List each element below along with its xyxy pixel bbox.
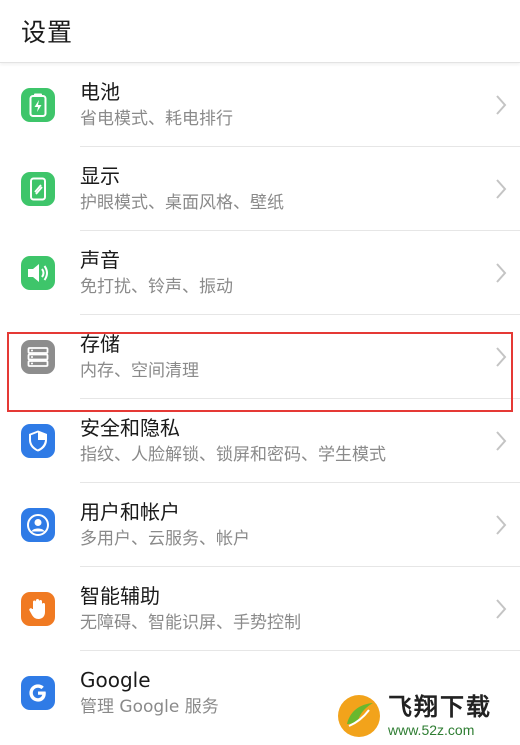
chevron-right-icon <box>496 263 507 283</box>
settings-item-label: 用户和帐户 <box>80 500 180 524</box>
settings-item-subtitle: 指纹、人脸解锁、锁屏和密码、学生模式 <box>80 445 386 465</box>
settings-item-subtitle: 多用户、云服务、帐户 <box>80 529 250 549</box>
watermark-name: 飞翔下载 <box>388 693 492 721</box>
google-icon <box>21 676 55 710</box>
settings-item-sound[interactable]: 声音 免打扰、铃声、振动 <box>0 231 520 315</box>
chevron-right-icon <box>496 599 507 619</box>
settings-item-subtitle: 省电模式、耗电排行 <box>80 109 233 129</box>
settings-item-subtitle: 免打扰、铃声、振动 <box>80 277 233 297</box>
display-icon <box>21 172 55 206</box>
hand-icon <box>21 592 55 626</box>
settings-item-label: 声音 <box>80 248 120 272</box>
settings-item-label: 电池 <box>80 80 120 104</box>
settings-item-label: 存储 <box>80 332 120 356</box>
chevron-right-icon <box>496 347 507 367</box>
settings-item-label: Google <box>80 668 151 692</box>
settings-item-subtitle: 护眼模式、桌面风格、壁纸 <box>80 193 284 213</box>
watermark-logo-icon <box>338 695 380 737</box>
settings-list: 电池 省电模式、耗电排行 显示 护眼模式、桌面风格、壁纸 声音 免打扰、铃声、振… <box>0 63 520 735</box>
settings-item-storage[interactable]: 存储 内存、空间清理 <box>0 315 520 399</box>
speaker-icon <box>21 256 55 290</box>
settings-item-security[interactable]: 安全和隐私 指纹、人脸解锁、锁屏和密码、学生模式 <box>0 399 520 483</box>
chevron-right-icon <box>496 515 507 535</box>
app-header: 设置 <box>0 0 520 63</box>
settings-item-users[interactable]: 用户和帐户 多用户、云服务、帐户 <box>0 483 520 567</box>
page-title: 设置 <box>21 18 74 47</box>
settings-item-display[interactable]: 显示 护眼模式、桌面风格、壁纸 <box>0 147 520 231</box>
battery-icon <box>21 88 55 122</box>
chevron-right-icon <box>496 431 507 451</box>
user-icon <box>21 508 55 542</box>
settings-item-subtitle: 管理 Google 服务 <box>80 697 219 717</box>
settings-item-smart-assist[interactable]: 智能辅助 无障碍、智能识屏、手势控制 <box>0 567 520 651</box>
settings-item-subtitle: 内存、空间清理 <box>80 361 199 381</box>
settings-item-label: 安全和隐私 <box>80 416 180 440</box>
site-watermark: 飞翔下载 www.52z.com <box>336 691 512 741</box>
chevron-right-icon <box>496 179 507 199</box>
settings-item-label: 智能辅助 <box>80 584 160 608</box>
settings-screen: 设置 电池 省电模式、耗电排行 显示 护眼模式、桌面风格、壁纸 声音 免打扰、铃… <box>0 0 520 745</box>
watermark-url: www.52z.com <box>388 722 475 738</box>
settings-item-label: 显示 <box>80 164 120 188</box>
settings-item-subtitle: 无障碍、智能识屏、手势控制 <box>80 613 301 633</box>
chevron-right-icon <box>496 95 507 115</box>
storage-icon <box>21 340 55 374</box>
settings-item-battery[interactable]: 电池 省电模式、耗电排行 <box>0 63 520 147</box>
shield-icon <box>21 424 55 458</box>
